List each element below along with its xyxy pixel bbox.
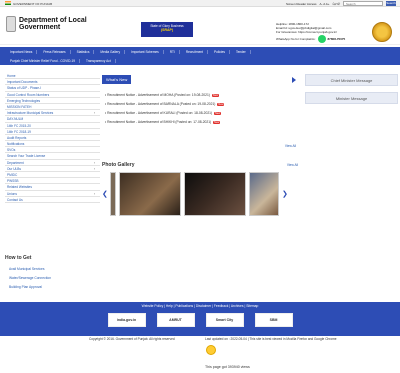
grievance-text: For Grievances: https://connect.punjab.g…	[276, 30, 337, 34]
state-emblem-icon	[6, 16, 16, 32]
gallery-next-icon[interactable]: ❯	[282, 190, 288, 198]
sidebar-menu: Home Important Documents Status of UDP - P…	[5, 73, 100, 203]
new-badge: New	[214, 112, 222, 115]
gallery-photo[interactable]	[249, 172, 279, 216]
footer-links[interactable]: Website Policy | Help | Publications | D…	[0, 302, 400, 308]
sidebar-link[interactable]: Contact Us	[5, 197, 100, 203]
nav-item[interactable]: Press Releases	[39, 49, 71, 54]
new-badge: New	[211, 94, 219, 97]
next-arrow-icon[interactable]	[292, 76, 296, 83]
screen-reader-link[interactable]: Screen Reader Access	[286, 2, 317, 6]
language-link[interactable]: ਪੰਜਾਬੀ	[332, 2, 340, 6]
whatsapp-contact: WhatsApp No for Complaints: 87808-70075	[276, 35, 346, 43]
search-input[interactable]	[343, 1, 383, 6]
nav-item[interactable]: Important News	[6, 49, 38, 54]
gallery-prev-icon[interactable]: ❮	[102, 190, 108, 198]
news-item[interactable]: • Recruitment Notice - Advertisement of …	[102, 91, 298, 100]
how-to-get-link[interactable]: Water/Sewerage Connection	[5, 274, 100, 283]
nav-item[interactable]: Policies	[210, 49, 230, 54]
whatsapp-icon	[317, 35, 326, 43]
smart-city-logo[interactable]: Smart City	[205, 313, 244, 327]
chevron-right-icon: ›	[93, 191, 95, 196]
contact-info: Helpline: 1800-1800-172 Email Id: ugov.d…	[276, 22, 345, 43]
srap-award-banner[interactable]: State of Glory Business (SRAP)	[141, 22, 193, 37]
gallery-photo[interactable]	[184, 172, 246, 216]
nav-item[interactable]: Punjab Chief Minister Relief Fund - COVI…	[6, 58, 81, 63]
font-size-controls[interactable]: A- A A+	[320, 2, 330, 6]
amrut-logo[interactable]: AMRUT	[156, 313, 195, 327]
last-updated-text: Last updated on : 2022-05-04 | This site…	[205, 337, 337, 341]
nav-item[interactable]: RTI	[166, 49, 180, 54]
search-button[interactable]: Search	[386, 1, 396, 6]
chief-minister-message-button[interactable]: Chief Minister Message	[305, 74, 398, 86]
nav-item[interactable]: Transparency Act	[82, 58, 116, 63]
copyright-text: Copyright © 2016. Government of Punjab. …	[89, 337, 175, 341]
news-item[interactable]: • Recruitment Notice - Advertisement of …	[102, 109, 298, 118]
how-to-get-section: How to Get Avail Municipal Services Water…	[5, 255, 100, 292]
photo-gallery: Photo Gallery View All ❮ ❯	[102, 162, 298, 216]
nav-row-1: Important News Press Releases Statistics Me…	[0, 47, 400, 56]
how-to-get-link[interactable]: Avail Municipal Services	[5, 265, 100, 274]
nav-item[interactable]: Tender	[232, 49, 251, 54]
how-to-get-link[interactable]: Building Plan Approval	[5, 283, 100, 292]
news-view-all-link[interactable]: View All	[102, 144, 298, 148]
site-header: Department of Local Government State of …	[0, 7, 400, 45]
gallery-photo[interactable]	[119, 172, 181, 216]
sbm-logo[interactable]: SBM	[254, 313, 293, 327]
nav-item[interactable]: Statistics	[73, 49, 95, 54]
site-footer: Website Policy | Help | Publications | D…	[0, 302, 400, 336]
new-badge: New	[213, 121, 221, 124]
chevron-right-icon: ›	[93, 160, 95, 165]
chevron-right-icon: ›	[93, 166, 95, 171]
department-seal-icon	[372, 22, 392, 42]
chevron-right-icon: ›	[93, 111, 95, 116]
message-links: Chief Minister Message Minister Message	[305, 74, 398, 110]
news-item[interactable]: • Recruitment Notice - Advertisement of …	[102, 118, 298, 127]
whats-new-panel: What's New • Recruitment Notice - Advert…	[102, 75, 298, 148]
photo-gallery-title: Photo Gallery	[102, 162, 135, 168]
top-utility-bar: GOVERNMENT OF PUNJAB Screen Reader Acces…	[0, 0, 400, 7]
utility-links: Screen Reader Access A- A A+ ਪੰਜਾਬੀ Sear…	[286, 1, 396, 6]
gallery-photo[interactable]	[110, 172, 116, 216]
new-badge: New	[217, 103, 225, 106]
site-title[interactable]: Department of Local Government	[19, 17, 87, 31]
nav-item[interactable]: Recruitment	[182, 49, 208, 54]
photos-view-all-link[interactable]: View All	[287, 163, 298, 167]
nav-item[interactable]: Media Gallery	[96, 49, 126, 54]
india-gov-logo[interactable]: india.gov.in	[107, 313, 146, 327]
india-flag-icon	[5, 1, 11, 5]
page-views-text: This page got 393940 views	[205, 365, 250, 369]
nav-item[interactable]: Important Schemes	[127, 49, 164, 54]
main-navigation: Important News Press Releases Statistics Me…	[0, 47, 400, 65]
government-label: GOVERNMENT OF PUNJAB	[13, 2, 53, 6]
nav-row-2: Punjab Chief Minister Relief Fund - COVI…	[0, 56, 400, 65]
how-to-get-title: How to Get	[5, 255, 32, 261]
smiley-icon	[206, 345, 216, 355]
news-item[interactable]: • Recruitment Notice - Advertisement of …	[102, 100, 298, 109]
minister-message-button[interactable]: Minister Message	[305, 92, 398, 104]
whats-new-tab[interactable]: What's New	[102, 75, 132, 84]
